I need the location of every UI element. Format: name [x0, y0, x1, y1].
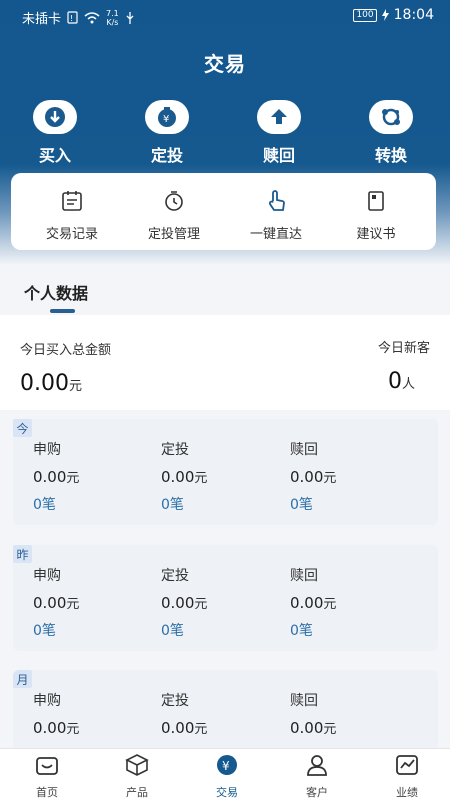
- stat-column: 定投0.00元0笔: [161, 568, 208, 639]
- stat-column: 申购0.00元0笔: [33, 568, 80, 639]
- nav-performance[interactable]: 业绩: [377, 753, 437, 800]
- user-icon: [307, 755, 327, 776]
- one-click-link[interactable]: 一键直达: [231, 189, 321, 242]
- charging-icon: [381, 9, 389, 21]
- trade-record-link[interactable]: 交易记录: [27, 189, 117, 242]
- status-bar: 未插卡 ! 7.1 K/s 100 18:04: [0, 0, 450, 32]
- svg-text:!: !: [70, 14, 73, 23]
- period-card-month: 月 申购0.00元0笔 定投0.00元0笔 赎回0.00元0笔: [13, 670, 438, 748]
- fixed-invest-button[interactable]: ¥ 定投: [132, 100, 202, 166]
- calendar-list-icon: [62, 191, 82, 211]
- document-icon: [368, 191, 384, 211]
- redeem-button[interactable]: 赎回: [244, 100, 314, 166]
- stat-column: 定投0.00元0笔: [161, 693, 208, 737]
- sim-icon: !: [67, 11, 78, 24]
- tab-personal-data[interactable]: 个人数据: [24, 280, 88, 304]
- exchange-icon: [382, 108, 400, 126]
- nav-clients[interactable]: 客户: [287, 753, 347, 800]
- network-speed: 7.1 K/s: [106, 8, 119, 27]
- box-icon: [125, 754, 149, 776]
- stat-column: 申购0.00元0笔: [33, 693, 80, 737]
- stat-column: 申购0.00元0笔: [33, 442, 80, 513]
- carrier-label: 未插卡: [22, 12, 62, 27]
- wifi-icon: [84, 11, 100, 23]
- clock: 18:04: [393, 7, 434, 23]
- new-clients-value: 0人: [387, 369, 415, 394]
- buy-total-label: 今日买入总金额: [20, 343, 112, 358]
- stat-column: 赎回0.00元0笔: [290, 442, 337, 513]
- hand-tap-icon: [268, 190, 285, 211]
- convert-button[interactable]: 转换: [356, 100, 426, 166]
- new-clients-label: 今日新客: [377, 341, 430, 356]
- nav-trade[interactable]: ¥ 交易: [197, 753, 257, 800]
- stat-column: 赎回0.00元0笔: [290, 568, 337, 639]
- stat-column: 定投0.00元0笔: [161, 442, 208, 513]
- battery-indicator: 100: [353, 8, 377, 22]
- svg-text:¥: ¥: [163, 114, 169, 125]
- usb-icon: [126, 11, 134, 24]
- trade-icon: ¥: [217, 755, 237, 775]
- summary-panel: 今日买入总金额 0.00元 今日新客 0人: [0, 315, 450, 410]
- proposal-link[interactable]: 建议书: [331, 189, 421, 242]
- buy-total-value: 0.00元: [20, 371, 82, 396]
- period-tag: 昨: [13, 545, 32, 563]
- chart-icon: [396, 755, 418, 775]
- svg-text:¥: ¥: [222, 759, 230, 773]
- period-card-yesterday: 昨 申购 0.00元 0笔 定投 0.00元 0笔 赎回 0.00元 0笔: [13, 545, 438, 651]
- period-tag: 今: [13, 419, 32, 437]
- nav-home[interactable]: 首页: [17, 753, 77, 800]
- clock-yen-icon: ¥: [158, 107, 176, 127]
- nav-products[interactable]: 产品: [107, 753, 167, 800]
- fixed-invest-manage-link[interactable]: 定投管理: [129, 189, 219, 242]
- action-bar: 买入 ¥ 定投 赎回 转换: [0, 100, 450, 165]
- timer-icon: [165, 191, 183, 211]
- page-title: 交易: [204, 52, 246, 76]
- quick-links-card: 交易记录 定投管理 一键直达 建议书: [11, 173, 436, 250]
- buy-button[interactable]: 买入: [20, 100, 90, 166]
- period-tag: 月: [13, 670, 32, 688]
- download-icon: [45, 107, 65, 127]
- stat-column: 赎回0.00元0笔: [290, 693, 337, 737]
- period-card-today: 今 申购 0.00元 0笔 定投 0.00元 0笔 赎回 0.00元 0笔: [13, 419, 438, 525]
- home-icon: [36, 757, 58, 775]
- tab-active-indicator: [50, 309, 75, 313]
- bottom-nav: 首页 产品 ¥ 交易 客户 业绩: [0, 748, 450, 800]
- upload-icon: [271, 109, 287, 124]
